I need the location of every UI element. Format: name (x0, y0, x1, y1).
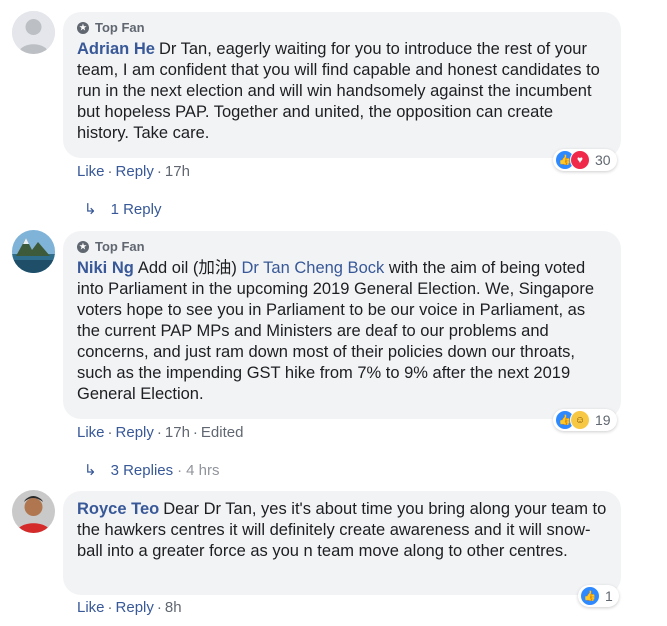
comment-actions: Like · Reply · 17h · Edited (77, 424, 244, 441)
haha-reaction-icon: ☺ (570, 410, 590, 430)
comment-time[interactable]: 17h (165, 424, 190, 441)
comment-text: Niki Ng Add oil (加油) Dr Tan Cheng Bock wi… (77, 258, 607, 405)
view-replies-link[interactable]: ↳ 3 Replies · 4 hrs (84, 461, 220, 480)
comment-bubble: ★ Top Fan Adrian He Dr Tan, eagerly waiti… (63, 12, 621, 158)
comment-actions: Like · Reply · 8h (77, 599, 182, 616)
comment-bubble: ★ Top Fan Niki Ng Add oil (加油) Dr Tan Che… (63, 231, 621, 419)
top-fan-badge: ★ Top Fan (77, 20, 607, 35)
reply-link[interactable]: Reply (116, 163, 154, 180)
view-replies-link[interactable]: ↳ 1 Reply (84, 200, 162, 219)
comment-time[interactable]: 8h (165, 599, 182, 616)
comment-bubble: Royce Teo Dear Dr Tan, yes it's about tim… (63, 491, 621, 595)
profile-photo-icon (12, 490, 55, 533)
comment-author[interactable]: Adrian He (77, 40, 155, 58)
reaction-summary[interactable]: 👍 1 (578, 585, 619, 607)
star-icon: ★ (77, 21, 89, 34)
comment-actions: Like · Reply · 17h (77, 163, 190, 180)
like-link[interactable]: Like (77, 163, 105, 180)
like-reaction-icon: 👍 (580, 586, 600, 606)
top-fan-badge: ★ Top Fan (77, 239, 607, 254)
avatar[interactable] (12, 230, 55, 273)
reaction-count: 30 (595, 152, 611, 168)
avatar[interactable] (12, 11, 55, 54)
replies-count[interactable]: 3 Replies (111, 462, 174, 479)
mention-link[interactable]: Dr Tan Cheng Bock (241, 259, 384, 277)
reaction-summary[interactable]: 👍 ♥ 30 (553, 149, 617, 171)
reply-link[interactable]: Reply (116, 599, 154, 616)
avatar[interactable] (12, 490, 55, 533)
comment-author[interactable]: Niki Ng (77, 259, 134, 277)
replies-time: 4 hrs (186, 461, 220, 479)
comment-text: Adrian He Dr Tan, eagerly waiting for you… (77, 39, 607, 144)
like-link[interactable]: Like (77, 424, 105, 441)
top-fan-label: Top Fan (95, 239, 145, 254)
edited-label[interactable]: Edited (201, 424, 244, 441)
comment-text: Royce Teo Dear Dr Tan, yes it's about tim… (77, 499, 607, 562)
top-fan-label: Top Fan (95, 20, 145, 35)
comment-body-start: Add oil (加油) (137, 259, 237, 277)
reply-link[interactable]: Reply (116, 424, 154, 441)
love-reaction-icon: ♥ (570, 150, 590, 170)
star-icon: ★ (77, 240, 89, 253)
like-link[interactable]: Like (77, 599, 105, 616)
comment-body-end: with the aim of being voted into Parliam… (77, 259, 595, 403)
comment-body: Dr Tan, eagerly waiting for you to intro… (77, 40, 600, 142)
replies-count[interactable]: 1 Reply (111, 201, 162, 218)
reaction-count: 19 (595, 412, 611, 428)
comment-author[interactable]: Royce Teo (77, 500, 159, 518)
reaction-count: 1 (605, 588, 613, 604)
reply-arrow-icon: ↳ (84, 462, 97, 479)
comment-time[interactable]: 17h (165, 163, 190, 180)
reaction-summary[interactable]: 👍 ☺ 19 (553, 409, 617, 431)
default-avatar-icon (12, 11, 55, 54)
profile-photo-icon (12, 230, 55, 273)
reply-arrow-icon: ↳ (84, 201, 97, 218)
